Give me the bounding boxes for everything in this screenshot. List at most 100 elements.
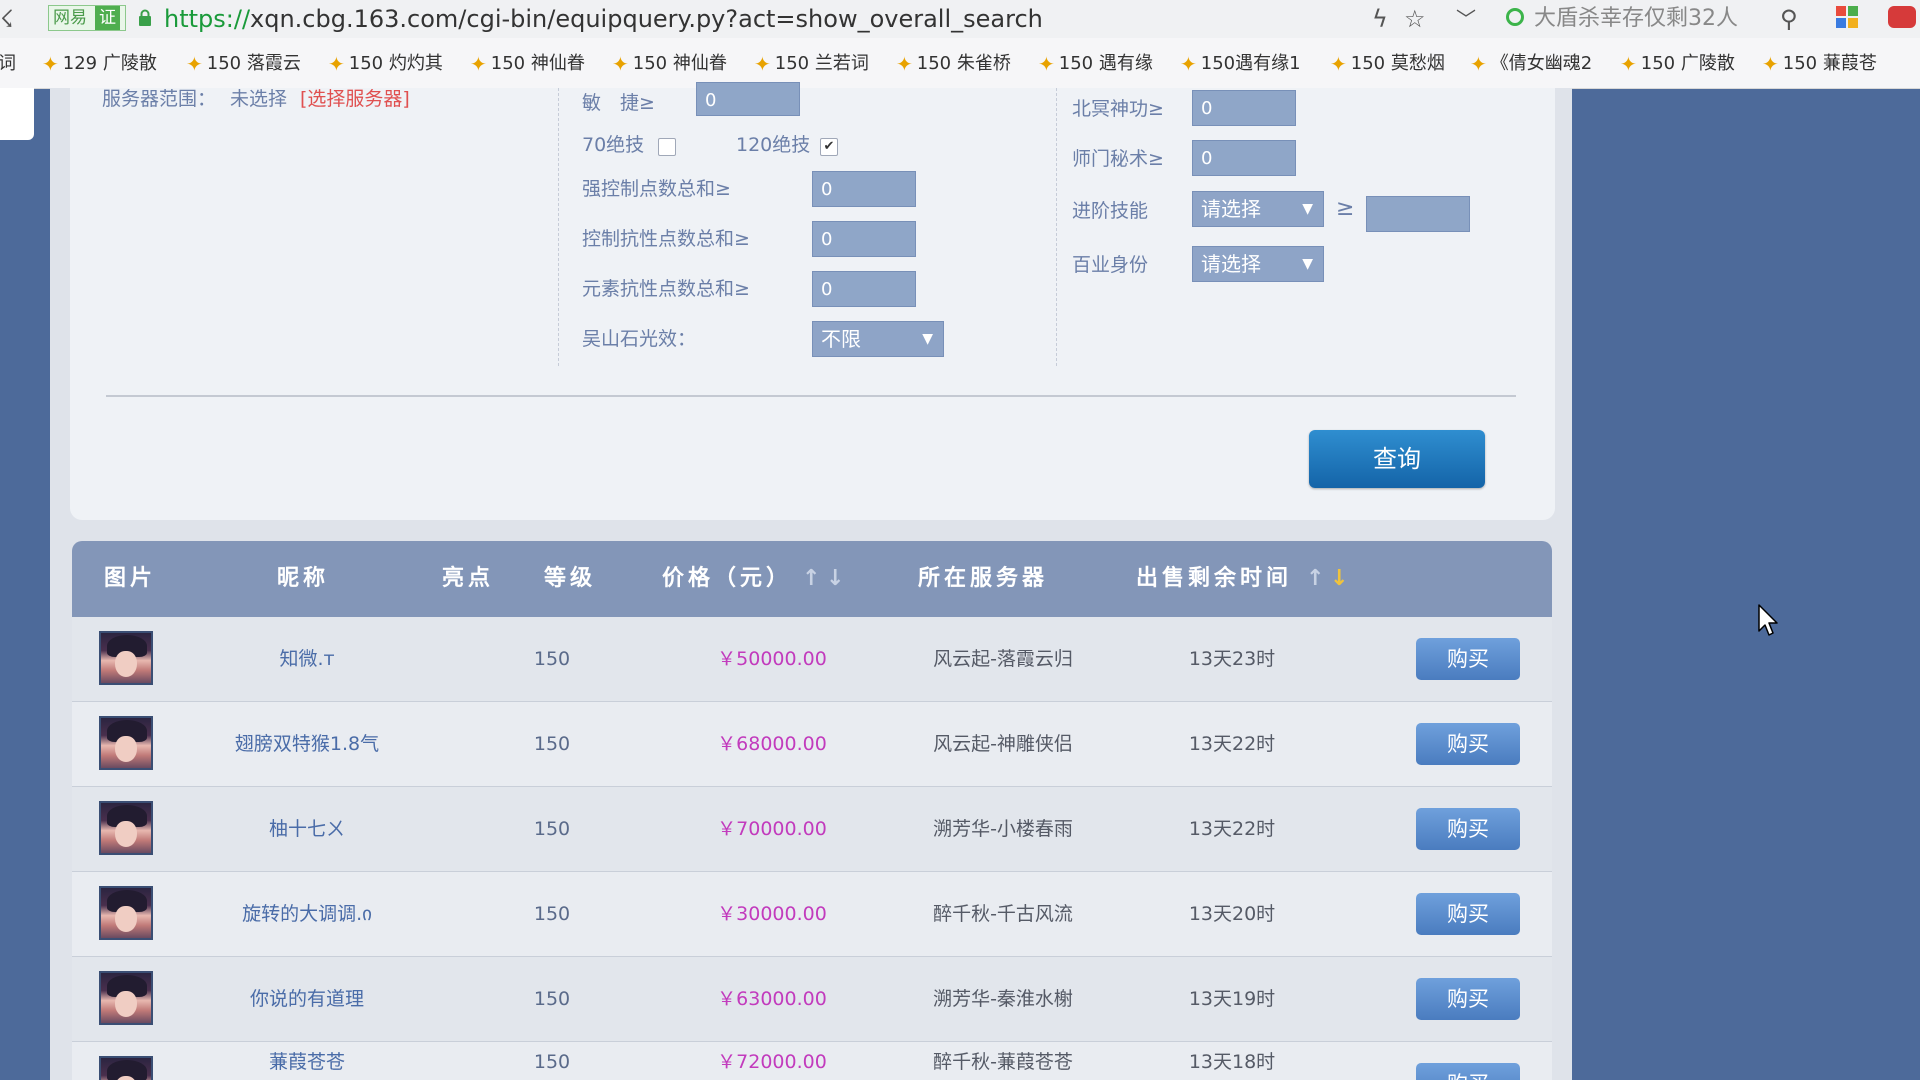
bookmark-icon: ✦	[1330, 52, 1347, 76]
element-resist-input[interactable]: 0	[812, 271, 916, 307]
bookmark-item[interactable]: ✦ 150 广陵散	[1620, 52, 1735, 76]
game-icon[interactable]	[1888, 6, 1916, 28]
price-cell: ￥68000.00	[717, 733, 827, 755]
table-row: 你说的有道理 150 ￥63000.00 溯芳华-秦淮水榭 13天19时 购买	[72, 957, 1552, 1043]
advanced-skill-select[interactable]: 请选择 ▼	[1192, 191, 1324, 227]
search-input[interactable]: 大盾杀幸存仅剩32人	[1534, 4, 1738, 34]
character-avatar[interactable]	[99, 716, 153, 770]
strong-control-input[interactable]: 0	[812, 171, 916, 207]
nickname-cell[interactable]: 蒹葭苍苍	[182, 1042, 432, 1080]
advanced-skill-value: 请选择	[1201, 197, 1261, 221]
advanced-skill-input[interactable]	[1366, 196, 1470, 232]
table-row: 蒹葭苍苍 150 ￥72000.00 醉千秋-蒹葭苍苍 13天18时 购买	[72, 1042, 1552, 1080]
table-row: 知微.т 150 ￥50000.00 风云起-落霞云归 13天23时 购买	[72, 617, 1552, 703]
table-row: 柚十七ㄨ 150 ￥70000.00 溯芳华-小楼春雨 13天22时 购买	[72, 787, 1552, 873]
beiming-label: 北冥神功≥	[1072, 98, 1164, 120]
cert-badge: 证	[95, 6, 120, 30]
time-left-cell: 13天19时	[1188, 988, 1276, 1010]
bookmark-label: 150 兰若词	[774, 53, 869, 74]
price-cell: ￥70000.00	[717, 818, 827, 840]
table-row: 翅膀双特猴1.8气 150 ￥68000.00 风云起-神雕侠侣 13天22时 …	[72, 702, 1552, 788]
wushan-select[interactable]: 不限 ▼	[812, 321, 944, 357]
bookmark-item[interactable]: ✦ 129 广陵散	[42, 52, 157, 76]
search-icon[interactable]: ⚲	[1780, 4, 1798, 34]
element-resist-label: 元素抗性点数总和≥	[582, 278, 750, 300]
bookmark-item[interactable]: ✦ 150 莫愁烟	[1330, 52, 1445, 76]
agility-input[interactable]: 0	[696, 82, 800, 116]
wushan-label: 吴山石光效：	[582, 328, 697, 350]
query-button[interactable]: 查询	[1309, 430, 1485, 488]
level-cell: 150	[533, 818, 571, 840]
buy-button[interactable]: 购买	[1416, 1063, 1520, 1080]
select-server-link[interactable]: [选择服务器]	[300, 86, 410, 112]
nickname-cell[interactable]: 旋转的大调调.ი	[182, 872, 432, 956]
level-cell: 150	[533, 903, 571, 925]
bookmark-item[interactable]: ✦ 150遇有缘1	[1180, 52, 1301, 76]
url-field[interactable]: https://xqn.cbg.163.com/cgi-bin/equipque…	[164, 4, 1043, 34]
bookmark-item[interactable]: ✦ 150 遇有缘	[1038, 52, 1153, 76]
bookmark-label: 150遇有缘1	[1200, 53, 1301, 74]
character-avatar[interactable]	[99, 971, 153, 1025]
skill70-checkbox[interactable]	[658, 138, 676, 156]
character-avatar[interactable]	[99, 1056, 153, 1080]
apps-icon[interactable]	[1836, 6, 1858, 28]
level-cell: 150	[533, 988, 571, 1010]
bookmark-item[interactable]: ✦ 《倩女幽魂2	[1470, 52, 1592, 76]
buy-button[interactable]: 购买	[1416, 723, 1520, 765]
nickname-cell[interactable]: 你说的有道理	[182, 957, 432, 1041]
character-avatar[interactable]	[99, 631, 153, 685]
bookmark-item[interactable]: 词	[0, 52, 16, 76]
bookmark-label: 150 朱雀桥	[916, 53, 1011, 74]
beiming-input[interactable]: 0	[1192, 90, 1296, 126]
bookmark-item[interactable]: ✦ 150 落霞云	[186, 52, 301, 76]
bookmark-item[interactable]: ✦ 150 神仙眷	[470, 52, 585, 76]
level-cell: 150	[533, 648, 571, 670]
side-tab[interactable]	[0, 88, 34, 140]
shimen-input[interactable]: 0	[1192, 140, 1296, 176]
server-cell: 醉千秋-蒹葭苍苍	[933, 1051, 1073, 1073]
buy-button[interactable]: 购买	[1416, 978, 1520, 1020]
bookmark-item[interactable]: ✦ 150 兰若词	[754, 52, 869, 76]
url-path: xqn.cbg.163.com/cgi-bin/equipquery.py?ac…	[250, 5, 1043, 33]
bookmark-item[interactable]: ✦ 150 朱雀桥	[896, 52, 1011, 76]
bookmark-label: 150 广陵散	[1640, 53, 1735, 74]
buy-button[interactable]: 购买	[1416, 638, 1520, 680]
bookmark-label: 150 神仙眷	[490, 53, 585, 74]
skill120-checkbox[interactable]: ✔	[820, 138, 838, 156]
bookmark-label: 150 神仙眷	[632, 53, 727, 74]
bookmark-label: 150 落霞云	[206, 53, 301, 74]
bookmark-item[interactable]: ✦ 150 蒹葭苍	[1762, 52, 1877, 76]
star-bookmark-icon[interactable]: ☆	[1404, 4, 1426, 34]
bookmark-icon: ✦	[42, 52, 59, 76]
nickname-cell[interactable]: 知微.т	[182, 617, 432, 701]
wushan-select-value: 不限	[821, 327, 861, 351]
bookmark-icon: ✦	[754, 52, 771, 76]
site-badge: 网易	[53, 8, 87, 28]
character-avatar[interactable]	[99, 801, 153, 855]
price-sort-down-icon[interactable]: ↓	[826, 541, 844, 617]
lightning-icon[interactable]: ϟ	[1372, 4, 1388, 34]
site-security-badge[interactable]: 网易 证	[48, 5, 126, 31]
profession-value: 请选择	[1201, 252, 1261, 276]
price-cell: ￥72000.00	[717, 1051, 827, 1073]
nickname-cell[interactable]: 柚十七ㄨ	[182, 787, 432, 871]
back-icon[interactable]: ☇	[0, 4, 14, 34]
profession-select[interactable]: 请选择 ▼	[1192, 246, 1324, 282]
bookmark-label: 150 遇有缘	[1058, 53, 1153, 74]
character-avatar[interactable]	[99, 886, 153, 940]
server-cell: 溯芳华-小楼春雨	[933, 818, 1073, 840]
nickname-cell[interactable]: 翅膀双特猴1.8气	[182, 702, 432, 786]
buy-button[interactable]: 购买	[1416, 808, 1520, 850]
chevron-down-icon[interactable]: ﹀	[1456, 4, 1476, 34]
control-resist-input[interactable]: 0	[812, 221, 916, 257]
table-row: 旋转的大调调.ი 150 ￥30000.00 醉千秋-千古风流 13天20时 购…	[72, 872, 1552, 958]
time-sort-down-icon[interactable]: ↓	[1330, 541, 1348, 617]
shimen-label: 师门秘术≥	[1072, 148, 1164, 170]
time-sort-up-icon[interactable]: ↑	[1306, 541, 1324, 617]
skill120-label: 120绝技	[736, 134, 811, 156]
bookmark-item[interactable]: ✦ 150 神仙眷	[612, 52, 727, 76]
bookmark-item[interactable]: ✦ 150 灼灼其	[328, 52, 443, 76]
buy-button[interactable]: 购买	[1416, 893, 1520, 935]
level-cell: 150	[533, 733, 571, 755]
price-sort-up-icon[interactable]: ↑	[802, 541, 820, 617]
